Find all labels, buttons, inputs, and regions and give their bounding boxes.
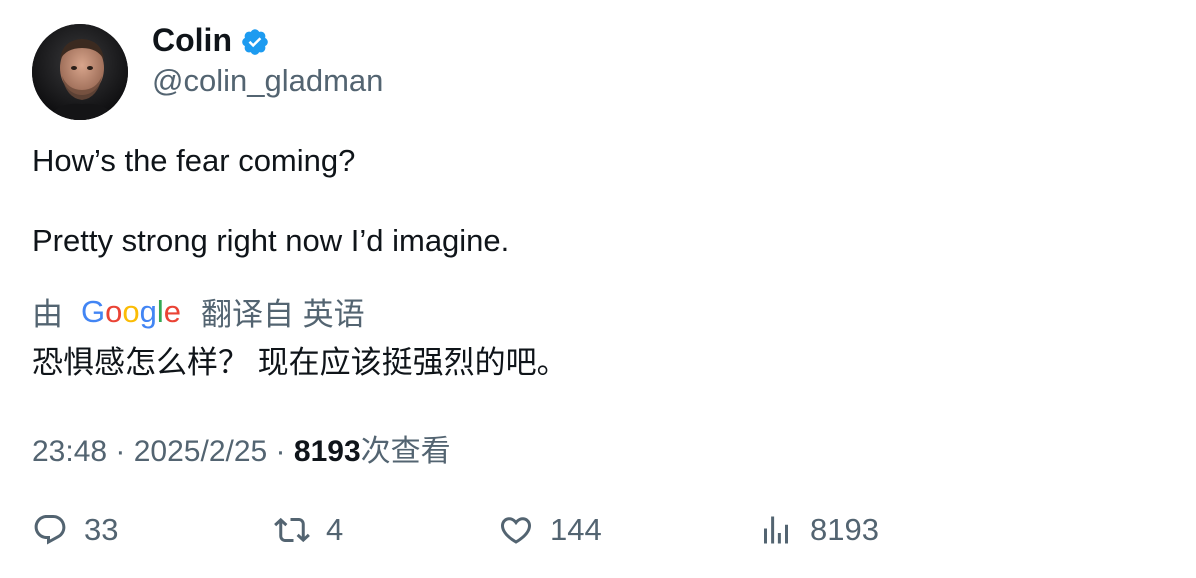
author-name-row[interactable]: Colin <box>152 22 270 59</box>
reply-count: 33 <box>84 512 119 547</box>
views-count: 8193 <box>293 435 361 468</box>
translation-attribution: 由 Google 翻译自 英语 <box>32 289 365 334</box>
avatar-image <box>32 24 128 120</box>
tweet-time[interactable]: 23:48 <box>32 435 107 468</box>
author-display-name[interactable]: Colin <box>152 22 232 59</box>
tweet-text-line-1: How’s the fear coming? <box>32 143 356 178</box>
verified-badge-icon <box>240 27 270 57</box>
meta-separator: · <box>267 435 294 468</box>
heart-icon <box>500 517 532 544</box>
translated-text: 恐惧感怎么样？ 现在应该挺强烈的吧。 <box>32 345 568 380</box>
translated-from-label: 翻译自 英语 <box>201 297 365 332</box>
reply-icon <box>34 515 66 545</box>
reply-button[interactable]: 33 <box>32 512 118 548</box>
views-button[interactable]: 8193 <box>758 512 879 548</box>
avatar[interactable] <box>32 24 128 120</box>
analytics-icon <box>764 516 788 544</box>
views-label: 次查看 <box>360 435 451 468</box>
tweet-meta: 23:48 · 2025/2/25 · 8193次查看 <box>32 426 451 470</box>
tweet-date[interactable]: 2025/2/25 <box>134 435 267 468</box>
retweet-count: 4 <box>326 512 344 547</box>
translation-by-label: 由 <box>32 297 63 332</box>
retweet-button[interactable]: 4 <box>274 512 343 548</box>
like-count: 144 <box>550 512 602 547</box>
retweet-icon <box>274 517 310 543</box>
meta-separator: · <box>107 435 134 468</box>
tweet-text-line-2: Pretty strong right now I’d imagine. <box>32 223 510 258</box>
author-handle[interactable]: @colin_gladman <box>152 63 383 99</box>
google-logo: Google <box>81 293 182 329</box>
views-action-count: 8193 <box>810 512 879 547</box>
like-button[interactable]: 144 <box>498 512 602 548</box>
